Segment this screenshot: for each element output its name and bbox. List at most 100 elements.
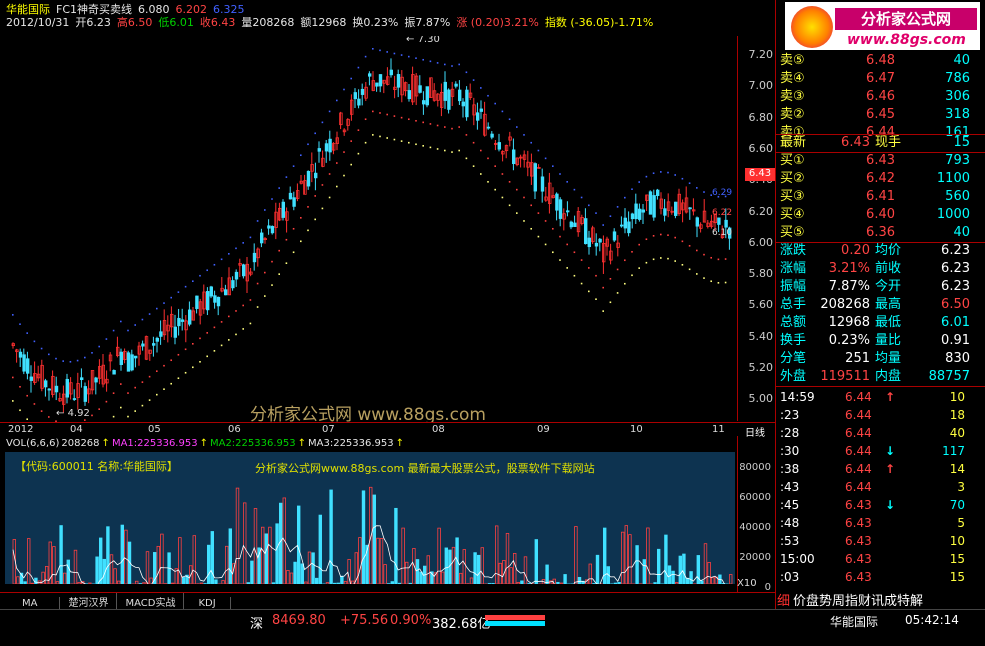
signal-dot (12, 400, 14, 402)
signal-dot (19, 385, 21, 388)
date-tick: 09 (537, 424, 550, 435)
signal-dot (199, 337, 201, 340)
index-label: 指数 (-36.05)-1.71% (544, 16, 654, 29)
signal-dot (134, 324, 136, 326)
signal-dot (688, 182, 691, 185)
signal-dot (422, 121, 424, 124)
signal-dot (429, 60, 432, 63)
signal-dot (314, 218, 316, 221)
volume-bar (667, 565, 672, 584)
signal-dot (249, 322, 252, 325)
signal-dot (631, 188, 633, 191)
tick-row: :45 6.43 ↓ 70 (780, 498, 965, 512)
signal-dot (408, 55, 410, 58)
signal-dot (372, 48, 374, 50)
candle-body (241, 264, 246, 277)
signal-dot (408, 118, 410, 121)
candle-body (587, 237, 591, 248)
signal-dot (350, 140, 352, 142)
signal-dot (170, 382, 172, 385)
signal-dot (127, 415, 129, 418)
signal-dot (681, 240, 684, 243)
signal-dot (170, 359, 172, 362)
low-label: 低6.01 (158, 16, 194, 29)
close-label: 收6.43 (199, 16, 236, 29)
volume-bar (307, 551, 312, 584)
signal-dot (40, 410, 43, 412)
candle-body (612, 231, 617, 241)
signal-dot (516, 212, 518, 214)
candle-body (425, 86, 429, 106)
candle-body (306, 170, 311, 187)
date-tick: 2012 (8, 424, 34, 435)
volume-label: 量208268 (241, 16, 295, 29)
volume-bar (426, 555, 430, 584)
signal-dot (595, 298, 597, 300)
signal-dot (436, 148, 439, 150)
volume-bar (397, 582, 402, 584)
signal-dot (357, 129, 360, 131)
vol-tick: 20000 (739, 552, 771, 563)
signal-dot (379, 135, 381, 138)
signal-dot (508, 181, 511, 183)
signal-dot (573, 251, 576, 254)
volume-bar (379, 538, 384, 584)
signal-dot (134, 410, 136, 412)
price-tick: 5.40 (748, 329, 774, 343)
bottom-tab-list[interactable]: 价盘势周指财讯成特解 (793, 590, 923, 609)
signal-dot (372, 134, 374, 136)
indicator-name[interactable]: FC1神奇买卖线 (56, 3, 132, 16)
vol-indicator-label: VOL(6,6,6) (6, 438, 60, 449)
candle-body (569, 221, 573, 228)
signal-dot (336, 185, 338, 188)
tab-chuhe[interactable]: 楚河汉界 (60, 593, 118, 610)
volume-bar (707, 562, 711, 584)
signal-dot (652, 258, 655, 261)
tab-macd[interactable]: MACD实战 (117, 593, 185, 610)
candle-body (83, 386, 87, 402)
signal-dot (314, 132, 316, 135)
signal-dot (415, 119, 417, 122)
volume-bar (134, 580, 139, 584)
signal-dot (544, 157, 547, 160)
signal-dot (508, 118, 511, 121)
bottom-tab-first[interactable]: 细 (777, 590, 790, 609)
signal-dot (228, 253, 230, 255)
signal-dot (163, 302, 165, 304)
volume-panel[interactable]: 【代码:600011 名称:华能国际】 分析家公式网www.88gs.com 最… (5, 452, 735, 584)
candlestick-chart[interactable]: ← 7.30 ← 4.92 6.29 6.22 6.10 分析家公式网 www.… (0, 36, 737, 422)
volume-bar (437, 527, 441, 584)
candle-body (173, 326, 177, 338)
signal-dot (84, 419, 86, 421)
signal-dot (465, 134, 468, 136)
signal-dot (271, 198, 273, 200)
signal-dot (566, 243, 568, 246)
signal-dot (580, 259, 583, 261)
volume-bar (30, 582, 34, 584)
volume-bar (109, 554, 114, 584)
tick-row: :53 6.43 10 (780, 534, 965, 548)
quote-row: 买① 6.43 793 (780, 153, 970, 168)
volume-bar (657, 548, 661, 584)
signal-dot (681, 177, 684, 180)
stat-row: 涨幅 3.21% 前收 6.23 (780, 261, 970, 276)
candle-body (44, 380, 48, 388)
signal-dot (48, 353, 50, 356)
candle-body (80, 377, 84, 381)
volume-bar (401, 527, 405, 584)
signal-dot (156, 393, 158, 396)
bottom-stock-name[interactable]: 华能国际 (830, 613, 878, 630)
signal-dot (256, 282, 259, 285)
volume-bar (451, 546, 456, 584)
breadth-bar-down (485, 621, 545, 626)
signal-dot (451, 151, 453, 153)
signal-dot (436, 124, 439, 127)
signal-dot (26, 418, 28, 421)
tick-row: :43 6.44 3 (780, 480, 965, 494)
volume-bar (268, 526, 272, 584)
signal-dot (559, 235, 561, 238)
volume-bar (77, 582, 81, 584)
signal-dot (652, 235, 655, 237)
signal-dot (696, 249, 698, 252)
volume-bar (685, 577, 690, 584)
